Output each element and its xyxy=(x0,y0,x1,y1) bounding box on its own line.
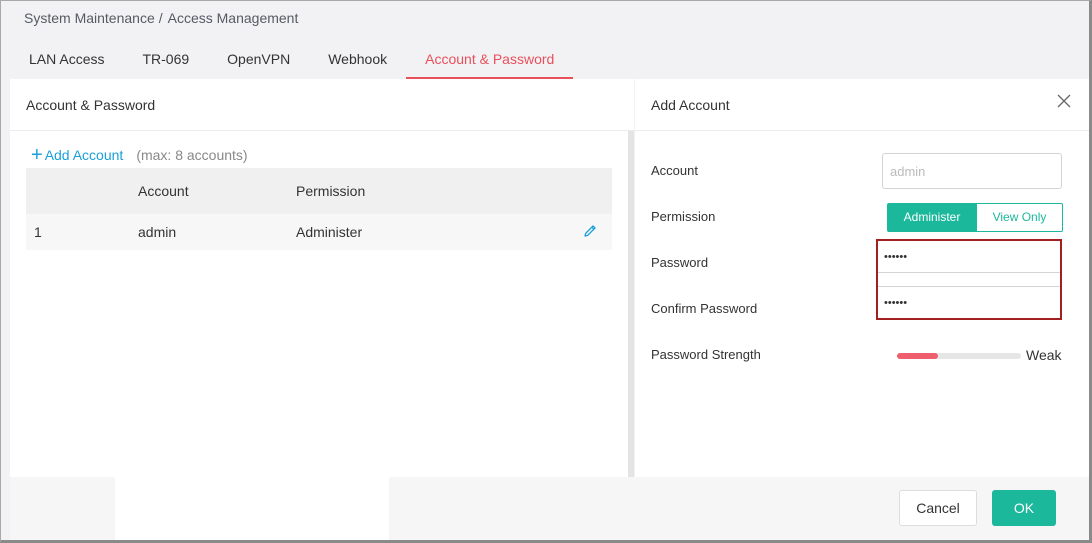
footer-bar: Cancel OK xyxy=(10,477,1089,540)
tab-lan-access[interactable]: LAN Access xyxy=(10,41,123,79)
tab-webhook[interactable]: Webhook xyxy=(309,41,406,79)
password-strength-fill xyxy=(897,353,938,359)
close-icon[interactable] xyxy=(1057,94,1071,108)
drawer-title: Add Account xyxy=(635,79,1089,131)
account-input[interactable] xyxy=(882,153,1062,189)
add-account-drawer: Add Account Account Permission Administe… xyxy=(635,79,1089,477)
breadcrumb-parent[interactable]: System Maintenance xyxy=(24,10,155,26)
password-input[interactable]: •••••• xyxy=(878,241,1060,273)
tab-openvpn[interactable]: OpenVPN xyxy=(208,41,309,79)
password-strength-meter xyxy=(897,353,1021,359)
pencil-icon[interactable] xyxy=(582,223,598,239)
password-strength-label: Password Strength xyxy=(651,347,761,362)
password-strength-text: Weak xyxy=(1026,347,1062,363)
table-row: 1 admin Administer xyxy=(26,214,612,250)
column-header-permission: Permission xyxy=(296,183,366,199)
permission-administer-option[interactable]: Administer xyxy=(887,203,977,232)
breadcrumb: System Maintenance / Access Management xyxy=(24,10,298,26)
row-index: 1 xyxy=(34,224,42,240)
row-permission: Administer xyxy=(296,224,363,240)
column-header-account: Account xyxy=(138,183,189,199)
confirm-password-label: Confirm Password xyxy=(651,301,758,316)
breadcrumb-separator: / xyxy=(158,10,163,26)
max-accounts-hint: (max: 8 accounts) xyxy=(136,147,248,163)
cancel-button[interactable]: Cancel xyxy=(899,490,977,526)
add-account-label: Add Account xyxy=(44,147,124,163)
password-highlight-box: •••••• •••••• xyxy=(876,239,1062,320)
breadcrumb-current: Access Management xyxy=(167,10,299,26)
permission-view-only-option[interactable]: View Only xyxy=(977,203,1063,232)
tab-bar: LAN Access TR-069 OpenVPN Webhook Accoun… xyxy=(10,41,574,79)
accounts-panel-title: Account & Password xyxy=(10,79,634,131)
password-label: Password xyxy=(651,255,709,270)
scrollbar[interactable] xyxy=(628,131,634,477)
permission-toggle: Administer View Only xyxy=(887,203,1063,232)
accounts-table: Account Permission 1 admin Administer xyxy=(26,168,612,250)
account-label: Account xyxy=(651,163,698,178)
tab-account-password[interactable]: Account & Password xyxy=(406,41,574,79)
confirm-password-input[interactable]: •••••• xyxy=(878,286,1060,318)
tab-tr-069[interactable]: TR-069 xyxy=(123,41,208,79)
plus-icon: + xyxy=(31,144,43,166)
row-account: admin xyxy=(138,224,177,240)
permission-label: Permission xyxy=(651,209,716,224)
table-header: Account Permission xyxy=(26,168,612,214)
footer-blank-area xyxy=(115,477,389,540)
app-window: System Maintenance / Access Management LAN… xyxy=(0,0,1092,543)
ok-button[interactable]: OK xyxy=(992,490,1056,526)
add-account-row: + Add Account (max: 8 accounts) xyxy=(31,144,248,166)
add-account-button[interactable]: + Add Account xyxy=(31,144,124,166)
accounts-panel: Account & Password + Add Account (max: 8… xyxy=(10,79,634,477)
